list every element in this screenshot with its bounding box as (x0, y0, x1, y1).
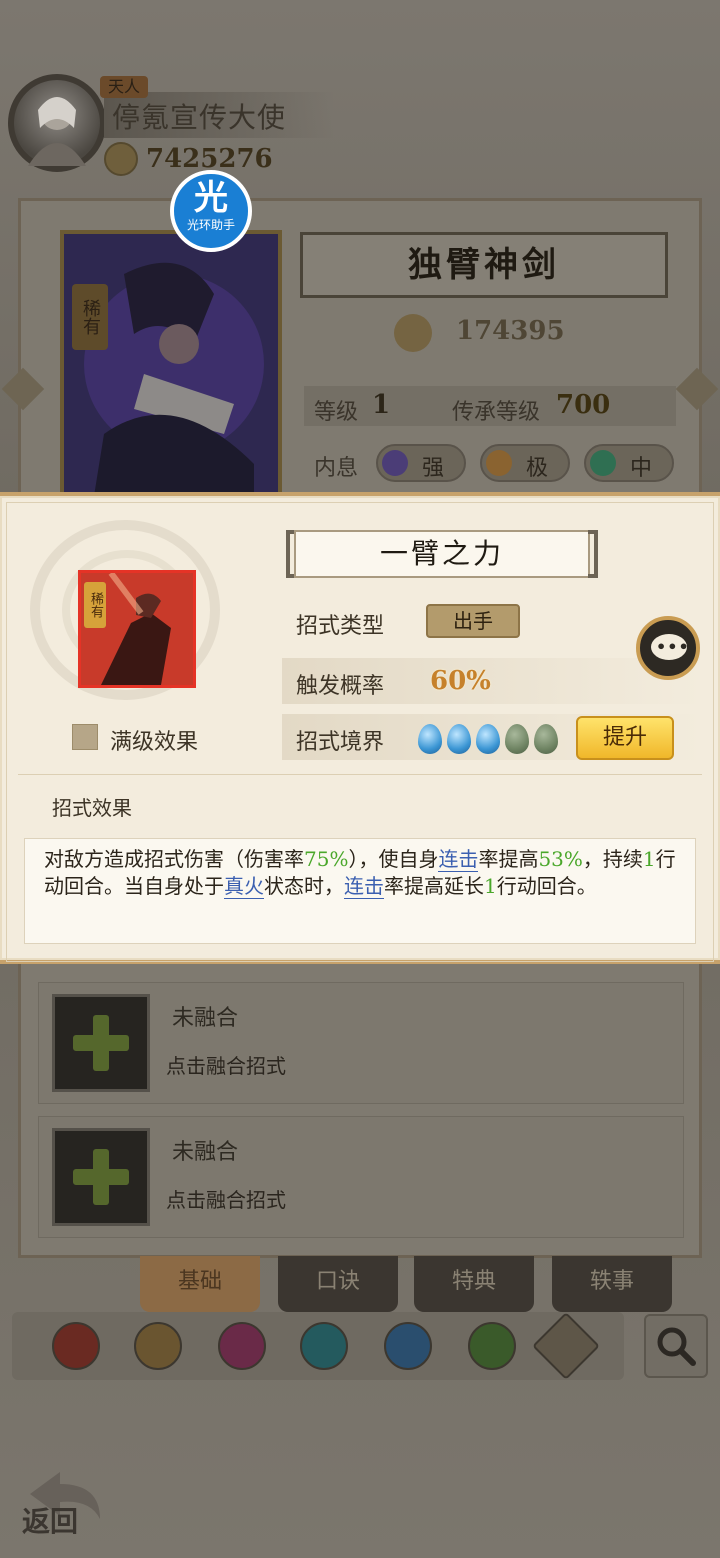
effect-text-part: 率提高延长 (384, 874, 484, 898)
back-label: 返回 (22, 1505, 79, 1538)
tab-special[interactable]: 特典 (414, 1256, 534, 1312)
fusion-title: 未融合 (172, 1140, 239, 1165)
watermark-label: 光环助手 (186, 218, 235, 232)
realm-drop-unlit-icon (534, 724, 558, 754)
power-icon (104, 142, 138, 176)
search-icon (657, 1327, 696, 1366)
fusion-title: 未融合 (172, 1006, 239, 1031)
jade-icon (590, 450, 616, 476)
realm-drop-lit-icon (447, 724, 471, 754)
level-label: 等级 (314, 400, 359, 425)
moon-icon (382, 450, 408, 476)
effect-text-part: 行动回合。 (496, 874, 597, 898)
hero-power-icon (394, 314, 432, 352)
chat-button[interactable]: ••• (636, 616, 700, 680)
fusion-add-box[interactable] (52, 1128, 150, 1226)
avatar-portrait-icon (28, 97, 86, 166)
hero-art-icon (64, 234, 278, 496)
tab-anecdote[interactable]: 轶事 (552, 1256, 672, 1312)
skill-realm-label: 招式境界 (296, 730, 385, 755)
neixi-pill-1[interactable]: 强 (376, 444, 466, 482)
inherit-level-value: 700 (556, 390, 611, 420)
plus-icon (73, 1149, 129, 1205)
hero-power: 174395 (456, 316, 565, 346)
fan-sect-icon[interactable] (300, 1322, 348, 1370)
duration-value: 1 (642, 847, 656, 871)
true-fire-keyword-link[interactable]: 真火 (224, 874, 264, 899)
jade-sect-icon[interactable] (468, 1322, 516, 1370)
combo-keyword-link[interactable]: 连击 (344, 874, 384, 899)
plus-icon (73, 1015, 129, 1071)
hero-name: 独臂神剑 (300, 232, 668, 298)
helper-watermark: 光 光环助手 (170, 170, 252, 252)
effect-text-part: ），使自身 (348, 847, 439, 871)
skill-name: 一臂之力 (294, 530, 590, 578)
damage-rate-value: 75% (304, 847, 349, 871)
shield-sect-icon[interactable] (134, 1322, 182, 1370)
neixi-pill-label: 中 (630, 456, 653, 481)
level-value: 1 (372, 390, 391, 420)
skill-type-label: 招式类型 (296, 614, 385, 639)
realm-drop-lit-icon (418, 724, 442, 754)
extend-value: 1 (484, 874, 497, 898)
inherit-level-label: 传承等级 (452, 400, 541, 425)
sword-sect-icon[interactable] (52, 1322, 100, 1370)
upgrade-button[interactable]: 提升 (576, 716, 674, 760)
skill-rarity-tag: 稀有 (84, 582, 106, 628)
bracket-right (588, 530, 598, 578)
player-title-badge: 天人 (100, 76, 149, 98)
tab-basic[interactable]: 基础 (140, 1256, 260, 1312)
effect-title: 招式效果 (52, 796, 132, 820)
search-button[interactable] (644, 1314, 708, 1378)
effect-text-part: 率提高 (478, 847, 539, 871)
combo-rate-value: 53% (538, 847, 583, 871)
realm-drop-unlit-icon (505, 724, 529, 754)
player-avatar[interactable] (8, 74, 106, 172)
effect-text-part: 状态时， (264, 874, 344, 898)
player-name: 停氪宣传大使 (112, 101, 287, 134)
popup-divider (18, 774, 702, 775)
combo-keyword-link[interactable]: 连击 (438, 847, 479, 872)
taiji-sect-icon[interactable] (384, 1322, 432, 1370)
ellipsis-icon: ••• (656, 637, 690, 656)
fusion-add-box[interactable] (52, 994, 150, 1092)
fist-sect-icon[interactable] (218, 1322, 266, 1370)
tab-formula[interactable]: 口诀 (278, 1256, 398, 1312)
neixi-pill-label: 极 (526, 456, 549, 481)
effect-text-part: 对敌方造成招式伤害（伤害率 (44, 847, 304, 871)
watermark-glyph: 光 (194, 178, 228, 218)
sun-icon (486, 450, 512, 476)
fusion-hint: 点击融合招式 (166, 1054, 286, 1078)
realm-drop-lit-icon (476, 724, 500, 754)
hero-rarity-tag: 稀有 (72, 284, 108, 350)
trigger-chance-label: 触发概率 (296, 674, 385, 699)
trigger-chance-value: 60% (430, 666, 491, 696)
neixi-pill-label: 强 (422, 456, 445, 481)
effect-text-part: ，持续 (582, 847, 643, 871)
max-effect-checkbox[interactable] (72, 724, 98, 750)
fusion-hint: 点击融合招式 (166, 1188, 286, 1212)
hero-portrait[interactable] (60, 230, 282, 500)
effect-description: 对敌方造成招式伤害（伤害率75%），使自身连击率提高53%，持续1行动回合。当自… (44, 846, 684, 900)
skill-type-badge: 出手 (426, 604, 520, 638)
max-effect-label: 满级效果 (110, 730, 199, 755)
neixi-pill-3[interactable]: 中 (584, 444, 674, 482)
neixi-label: 内息 (314, 456, 359, 481)
neixi-pill-2[interactable]: 极 (480, 444, 570, 482)
